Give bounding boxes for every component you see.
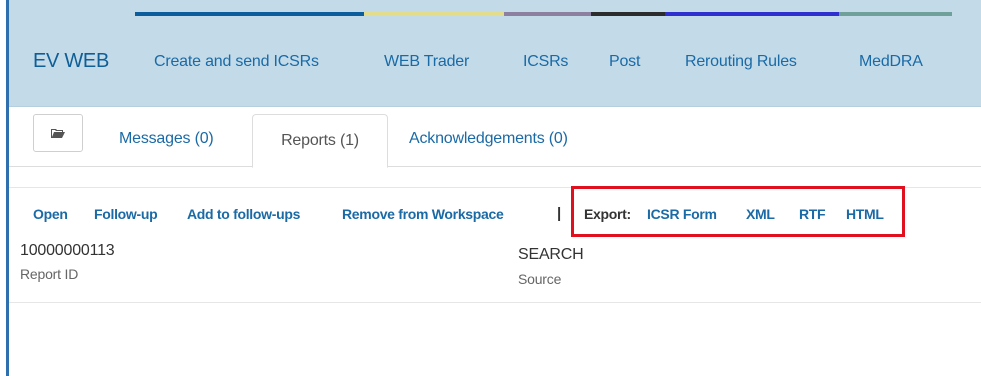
source-label: Source: [518, 271, 562, 287]
color-strip-segment: [665, 12, 839, 16]
nav-web-trader[interactable]: WEB Trader: [384, 53, 469, 71]
tabs-divider: [9, 166, 251, 167]
nav-create-and-send-icsrs[interactable]: Create and send ICSRs: [154, 53, 319, 71]
color-strip-segment: [135, 12, 364, 16]
source-value: SEARCH: [518, 246, 584, 263]
color-strip-segment: [591, 12, 665, 16]
tab-reports-label: Reports (1): [281, 132, 359, 149]
left-edge-bar: [0, 0, 9, 376]
tab-messages[interactable]: Messages (0): [119, 130, 214, 148]
add-to-follow-ups-link[interactable]: Add to follow-ups: [187, 206, 300, 222]
report-id-label: Report ID: [20, 266, 79, 282]
remove-from-workspace-link[interactable]: Remove from Workspace: [342, 206, 504, 222]
tab-acknowledgements[interactable]: Acknowledgements (0): [409, 130, 568, 148]
nav-rerouting-rules[interactable]: Rerouting Rules: [685, 53, 797, 71]
follow-up-action-link[interactable]: Follow-up: [94, 206, 158, 222]
color-strip-segment: [364, 12, 504, 16]
export-highlight-box: [571, 186, 905, 237]
report-row-divider: [9, 302, 981, 303]
toolbar-separator: |: [557, 205, 562, 222]
open-folder-button[interactable]: [33, 114, 83, 152]
nav-meddra[interactable]: MedDRA: [859, 53, 923, 71]
open-action-link[interactable]: Open: [33, 206, 68, 222]
top-navigation-bar: EV WEB Create and send ICSRs WEB Trader …: [9, 0, 981, 107]
nav-post[interactable]: Post: [609, 53, 640, 71]
color-strip-segment: [504, 12, 591, 16]
tab-reports[interactable]: Reports (1): [252, 114, 388, 168]
brand-logo-text[interactable]: EV WEB: [33, 50, 109, 73]
nav-icsrs[interactable]: ICSRs: [523, 53, 568, 71]
report-id-value: 10000000113: [20, 242, 115, 259]
color-strip-segment: [839, 12, 952, 16]
workspace-tabs: Messages (0) Reports (1) Acknowledgement…: [9, 108, 981, 168]
folder-open-icon: [51, 128, 65, 138]
